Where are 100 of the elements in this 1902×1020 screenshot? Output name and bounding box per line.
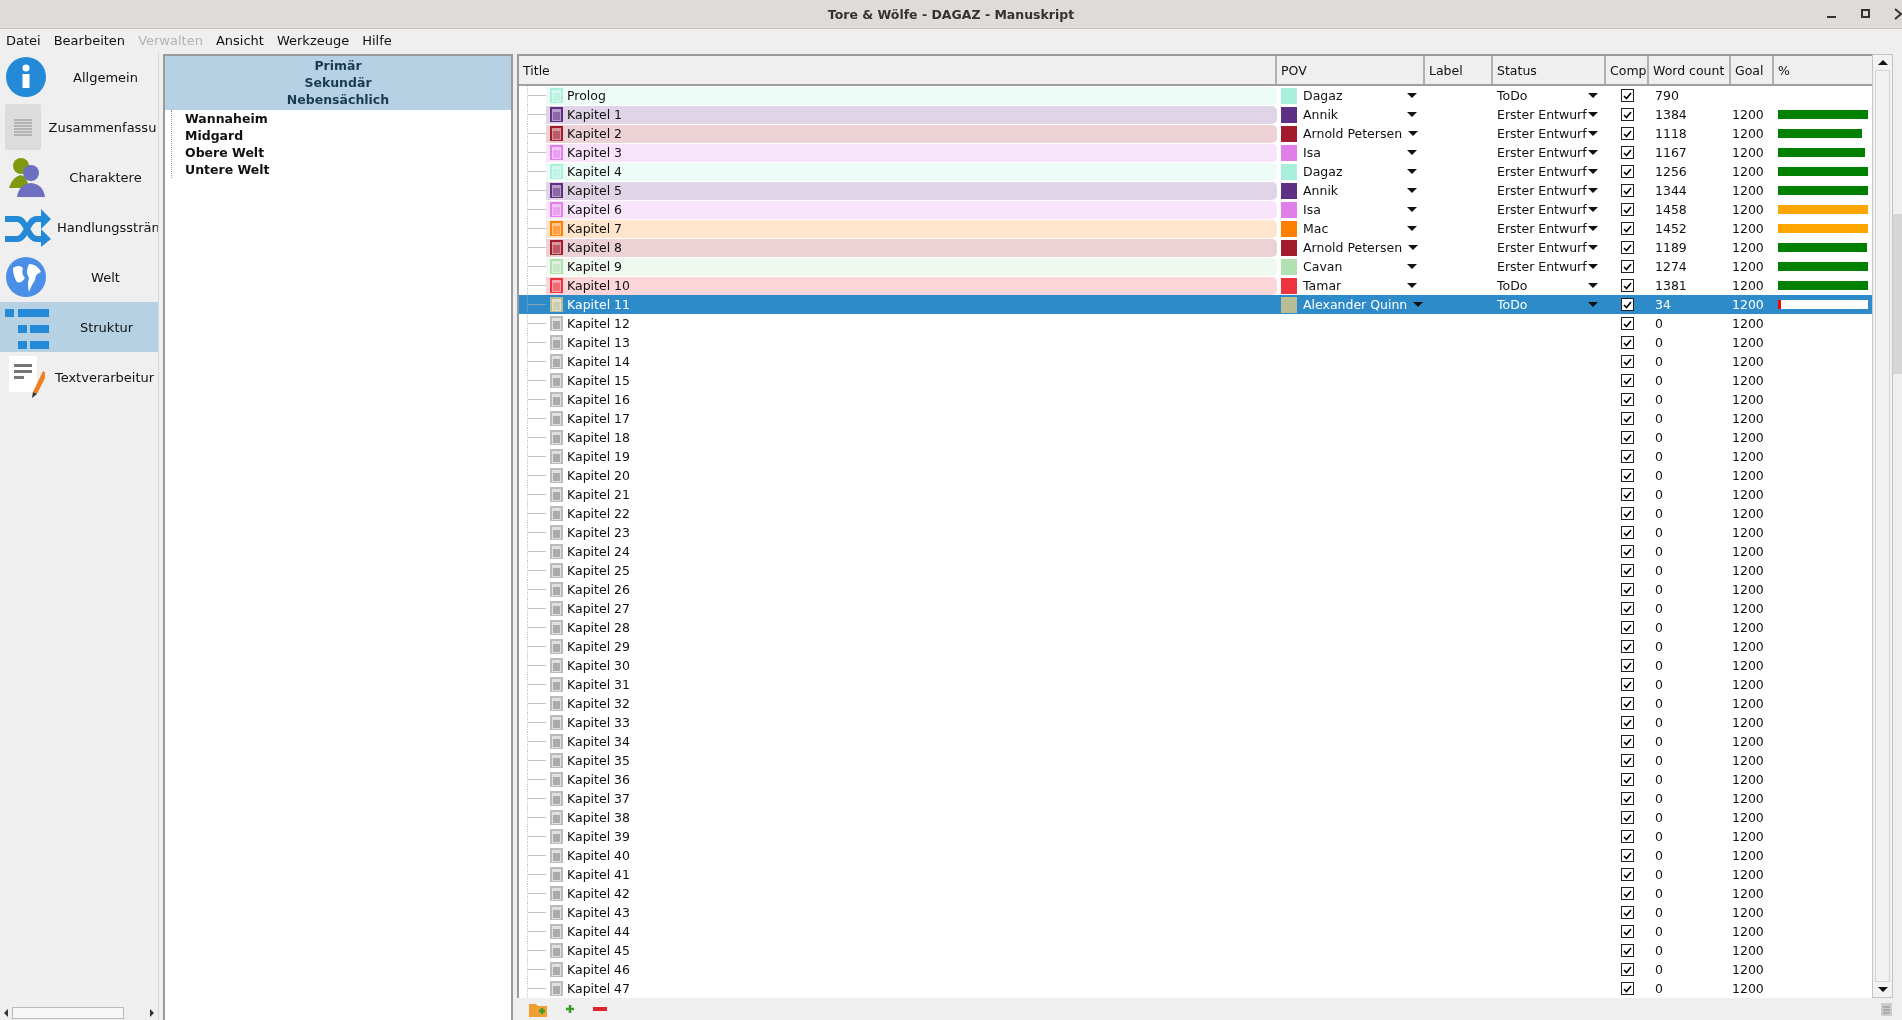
checkbox[interactable] xyxy=(1621,982,1634,995)
checkbox[interactable] xyxy=(1621,925,1634,938)
chapter-title[interactable]: Kapitel 9 xyxy=(567,259,623,274)
chapter-title[interactable]: Kapitel 20 xyxy=(567,468,630,483)
maximize-icon[interactable] xyxy=(1860,8,1872,20)
caret-icon[interactable] xyxy=(1588,112,1598,117)
checkbox[interactable] xyxy=(1621,754,1634,767)
chapter-title[interactable]: Kapitel 24 xyxy=(567,544,630,559)
sidebar-item[interactable]: Zusammenfassu xyxy=(0,102,158,152)
caret-icon[interactable] xyxy=(1408,245,1419,250)
world-item[interactable]: Wannaheim xyxy=(185,110,268,127)
caret-icon[interactable] xyxy=(1588,188,1598,193)
chapter-title[interactable]: Kapitel 14 xyxy=(567,354,630,369)
chapter-title[interactable]: Kapitel 8 xyxy=(567,240,623,255)
sidebar-item[interactable]: Charaktere xyxy=(0,152,158,202)
checkbox[interactable] xyxy=(1621,507,1634,520)
checkbox[interactable] xyxy=(1621,89,1634,102)
caret-icon[interactable] xyxy=(1407,226,1417,231)
checkbox[interactable] xyxy=(1621,374,1634,387)
checkbox[interactable] xyxy=(1621,792,1634,805)
chapter-title[interactable]: Kapitel 16 xyxy=(567,392,630,407)
chapter-title[interactable]: Kapitel 32 xyxy=(567,696,630,711)
chapter-title[interactable]: Kapitel 12 xyxy=(567,316,630,331)
caret-icon[interactable] xyxy=(1588,226,1598,231)
checkbox[interactable] xyxy=(1621,184,1634,197)
chapter-title[interactable]: Kapitel 34 xyxy=(567,734,630,749)
chapter-title[interactable]: Kapitel 40 xyxy=(567,848,630,863)
sidebar-item[interactable]: Allgemein xyxy=(0,52,158,102)
world-item[interactable]: Midgard xyxy=(185,127,244,144)
checkbox[interactable] xyxy=(1621,526,1634,539)
caret-icon[interactable] xyxy=(1588,283,1598,288)
sidebar-item[interactable]: Textverarbeitur xyxy=(0,352,158,402)
chapter-title[interactable]: Kapitel 2 xyxy=(567,126,623,141)
caret-icon[interactable] xyxy=(1407,112,1417,117)
checkbox[interactable] xyxy=(1621,203,1634,216)
checkbox[interactable] xyxy=(1621,659,1634,672)
chapter-title[interactable]: Kapitel 30 xyxy=(567,658,630,673)
checkbox[interactable] xyxy=(1621,697,1634,710)
sidebar-item[interactable]: Handlungssträn xyxy=(0,202,158,252)
column-header[interactable]: Goal xyxy=(1731,56,1774,84)
caret-icon[interactable] xyxy=(1588,207,1598,212)
chapter-title[interactable]: Kapitel 31 xyxy=(567,677,630,692)
add-icon[interactable] xyxy=(565,1004,575,1014)
caret-icon[interactable] xyxy=(1407,169,1417,174)
chapter-title[interactable]: Kapitel 41 xyxy=(567,867,630,882)
column-header[interactable]: POV xyxy=(1277,56,1425,84)
checkbox[interactable] xyxy=(1621,317,1634,330)
column-header[interactable]: Status xyxy=(1493,56,1606,84)
checkbox[interactable] xyxy=(1621,830,1634,843)
checkbox[interactable] xyxy=(1621,716,1634,729)
checkbox[interactable] xyxy=(1621,735,1634,748)
chapter-title[interactable]: Kapitel 1 xyxy=(567,107,623,122)
checkbox[interactable] xyxy=(1621,811,1634,824)
chapter-title[interactable]: Kapitel 35 xyxy=(567,753,630,768)
chapter-title[interactable]: Kapitel 28 xyxy=(567,620,630,635)
chapter-title[interactable]: Kapitel 15 xyxy=(567,373,630,388)
chapter-title[interactable]: Kapitel 29 xyxy=(567,639,630,654)
caret-icon[interactable] xyxy=(1588,169,1598,174)
caret-icon[interactable] xyxy=(1588,264,1598,269)
menu-item[interactable]: Hilfe xyxy=(362,33,392,48)
checkbox[interactable] xyxy=(1621,488,1634,501)
chapter-title[interactable]: Kapitel 27 xyxy=(567,601,630,616)
checkbox[interactable] xyxy=(1621,260,1634,273)
caret-icon[interactable] xyxy=(1407,93,1417,98)
sidebar-item[interactable]: Welt xyxy=(0,252,158,302)
chapter-title[interactable]: Prolog xyxy=(567,88,606,103)
checkbox[interactable] xyxy=(1621,127,1634,140)
chapter-title[interactable]: Kapitel 7 xyxy=(567,221,623,236)
menu-item[interactable]: Werkzeuge xyxy=(276,33,350,48)
chapter-title[interactable]: Kapitel 26 xyxy=(567,582,630,597)
checkbox[interactable] xyxy=(1621,108,1634,121)
chapter-title[interactable]: Kapitel 46 xyxy=(567,962,630,977)
column-header[interactable]: Title xyxy=(519,56,1277,84)
column-header[interactable]: Word count xyxy=(1649,56,1731,84)
chapter-title[interactable]: Kapitel 10 xyxy=(567,278,630,293)
checkbox[interactable] xyxy=(1621,906,1634,919)
checkbox[interactable] xyxy=(1621,298,1634,311)
caret-icon[interactable] xyxy=(1407,264,1417,269)
checkbox[interactable] xyxy=(1621,678,1634,691)
chapter-title[interactable]: Kapitel 42 xyxy=(567,886,630,901)
sidebar-item[interactable]: Struktur xyxy=(0,302,158,352)
caret-icon[interactable] xyxy=(1407,150,1417,155)
chapter-title[interactable]: Kapitel 37 xyxy=(567,791,630,806)
menu-item[interactable]: Datei xyxy=(6,33,41,48)
chapter-title[interactable]: Kapitel 4 xyxy=(567,164,623,179)
checkbox[interactable] xyxy=(1621,146,1634,159)
column-header[interactable]: Label xyxy=(1425,56,1493,84)
chapter-title[interactable]: Kapitel 6 xyxy=(567,202,623,217)
world-item[interactable]: Untere Welt xyxy=(185,161,270,178)
add-folder-icon[interactable] xyxy=(529,1001,547,1017)
checkbox[interactable] xyxy=(1621,887,1634,900)
checkbox[interactable] xyxy=(1621,355,1634,368)
chapter-title[interactable]: Kapitel 44 xyxy=(567,924,630,939)
checkbox[interactable] xyxy=(1621,279,1634,292)
chapter-title[interactable]: Kapitel 21 xyxy=(567,487,630,502)
column-header[interactable]: Comp xyxy=(1606,56,1649,84)
caret-icon[interactable] xyxy=(1407,188,1417,193)
chapter-title[interactable]: Kapitel 33 xyxy=(567,715,630,730)
caret-icon[interactable] xyxy=(1588,150,1598,155)
checkbox[interactable] xyxy=(1621,944,1634,957)
